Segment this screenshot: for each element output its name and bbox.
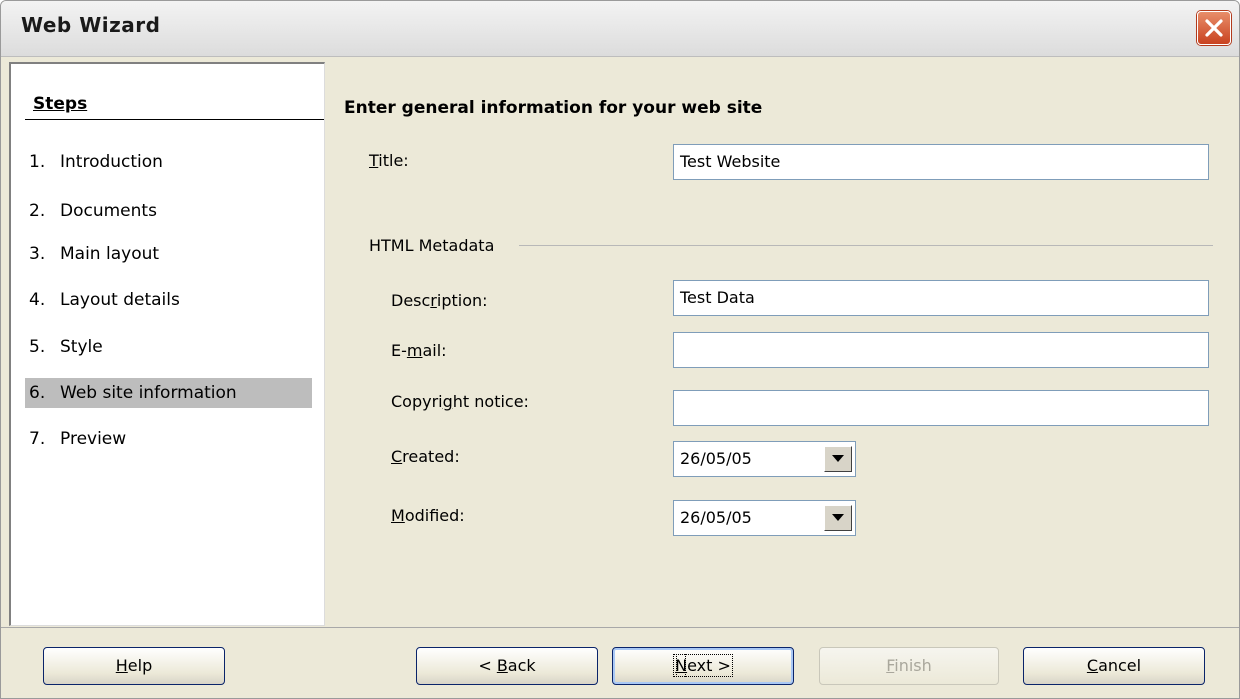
step-number: 6.: [29, 383, 46, 403]
modified-label: Modified:: [391, 506, 465, 525]
steps-panel: Steps 1. Introduction 2. Documents 3. Main …: [9, 62, 325, 626]
step-number: 7.: [29, 429, 46, 449]
title-label: Title:: [369, 151, 409, 170]
description-input[interactable]: Test Data: [673, 280, 1209, 316]
step-label: Layout details: [60, 290, 180, 310]
title-bar: Web Wizard: [1, 1, 1239, 57]
step-label: Preview: [60, 429, 127, 449]
steps-heading: Steps: [33, 94, 88, 114]
step-layout-details[interactable]: 4. Layout details: [25, 285, 312, 315]
created-dropdown-button[interactable]: [824, 446, 852, 472]
modified-dropdown-button[interactable]: [824, 505, 852, 531]
step-label: Documents: [60, 201, 157, 221]
step-main-layout[interactable]: 3. Main layout: [25, 239, 312, 269]
copyright-input[interactable]: [673, 390, 1209, 426]
modified-date-combo[interactable]: 26/05/05: [673, 500, 856, 536]
finish-button[interactable]: Finish: [819, 647, 999, 685]
step-label: Main layout: [60, 244, 160, 264]
main-panel: Enter general information for your web s…: [327, 62, 1239, 626]
step-label: Introduction: [60, 152, 163, 172]
cancel-button[interactable]: Cancel: [1023, 647, 1205, 685]
chevron-down-icon: [832, 514, 844, 521]
step-label: Web site information: [60, 383, 237, 403]
modified-date-value: 26/05/05: [680, 508, 752, 527]
group-divider: [519, 245, 1213, 246]
step-documents[interactable]: 2. Documents: [25, 196, 312, 226]
step-preview[interactable]: 7. Preview: [25, 424, 312, 454]
copyright-label: Copyright notice:: [391, 392, 529, 411]
steps-divider: [25, 119, 324, 120]
chevron-down-icon: [832, 455, 844, 462]
step-number: 3.: [29, 244, 46, 264]
created-date-combo[interactable]: 26/05/05: [673, 441, 856, 477]
step-number: 5.: [29, 337, 46, 357]
next-button[interactable]: Next >: [612, 647, 794, 685]
step-number: 2.: [29, 201, 46, 221]
close-button[interactable]: [1197, 11, 1231, 45]
step-number: 4.: [29, 290, 46, 310]
step-number: 1.: [29, 152, 46, 172]
created-date-value: 26/05/05: [680, 449, 752, 468]
step-web-site-information[interactable]: 6. Web site information: [25, 378, 312, 408]
close-icon: [1205, 19, 1223, 37]
step-introduction[interactable]: 1. Introduction: [25, 147, 312, 177]
step-label: Style: [60, 337, 103, 357]
email-label: E-mail:: [391, 341, 447, 360]
email-input[interactable]: [673, 332, 1209, 368]
html-metadata-group-label: HTML Metadata: [369, 236, 495, 255]
back-button[interactable]: < Back: [416, 647, 598, 685]
window-title: Web Wizard: [21, 13, 161, 37]
button-bar: Help < Back Next > Finish Cancel: [1, 627, 1239, 698]
page-heading: Enter general information for your web s…: [344, 98, 763, 118]
help-button[interactable]: Help: [43, 647, 225, 685]
created-label: Created:: [391, 447, 460, 466]
step-style[interactable]: 5. Style: [25, 332, 312, 362]
description-label: Description:: [391, 291, 488, 310]
title-input[interactable]: Test Website: [673, 144, 1209, 180]
web-wizard-window: Web Wizard Steps 1. Introduction 2. Docume…: [0, 0, 1240, 699]
